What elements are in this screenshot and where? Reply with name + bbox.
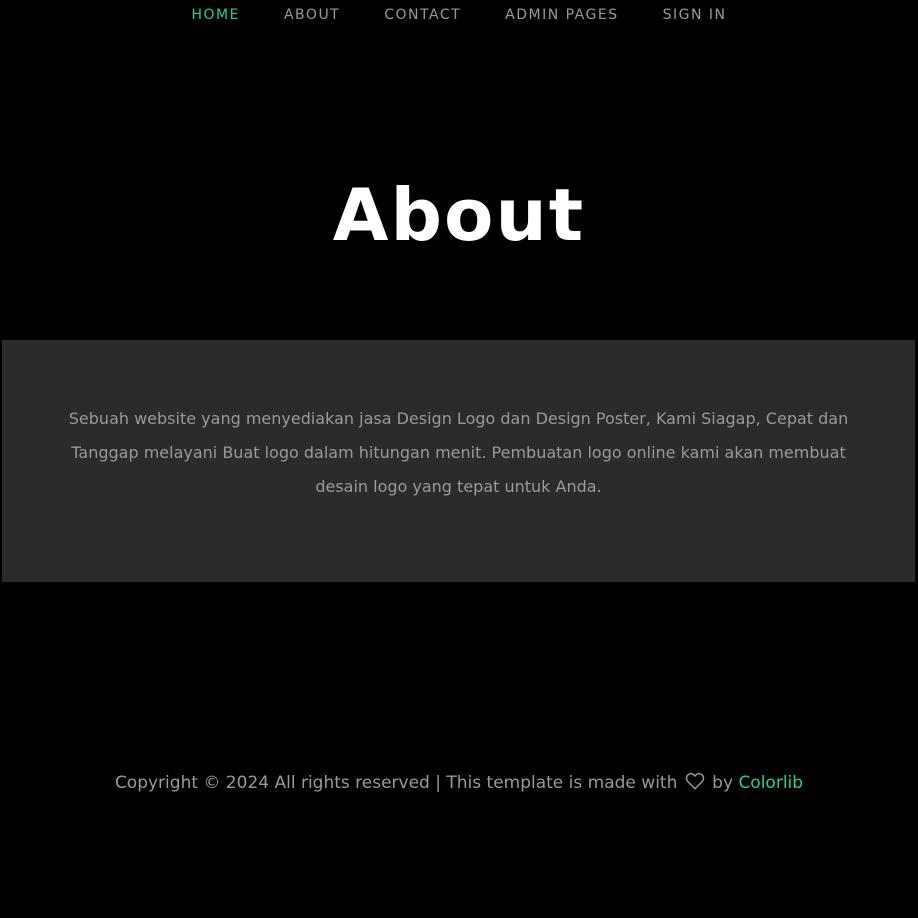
heart-icon bbox=[685, 772, 705, 795]
colorlib-link[interactable]: Colorlib bbox=[738, 773, 803, 793]
nav-item-contact[interactable]: CONTACT bbox=[384, 7, 461, 23]
about-panel: Sebuah website yang menyediakan jasa Des… bbox=[2, 340, 915, 582]
footer-copyright-text: Copyright © 2024 All rights reserved | T… bbox=[114, 773, 678, 793]
nav-item-admin-pages[interactable]: ADMIN PAGES bbox=[505, 7, 618, 23]
hero-section: About bbox=[0, 170, 918, 260]
footer-by-text: by bbox=[712, 773, 734, 793]
footer: Copyright © 2024 All rights reserved | T… bbox=[0, 772, 918, 795]
top-navigation: HOME ABOUT CONTACT ADMIN PAGES SIGN IN bbox=[0, 0, 918, 30]
about-description: Sebuah website yang menyediakan jasa Des… bbox=[68, 409, 849, 496]
nav-item-home[interactable]: HOME bbox=[192, 7, 240, 23]
nav-item-sign-in[interactable]: SIGN IN bbox=[663, 7, 727, 23]
nav-item-about[interactable]: ABOUT bbox=[284, 7, 340, 23]
page: HOME ABOUT CONTACT ADMIN PAGES SIGN IN A… bbox=[0, 0, 918, 918]
page-title: About bbox=[332, 173, 586, 257]
